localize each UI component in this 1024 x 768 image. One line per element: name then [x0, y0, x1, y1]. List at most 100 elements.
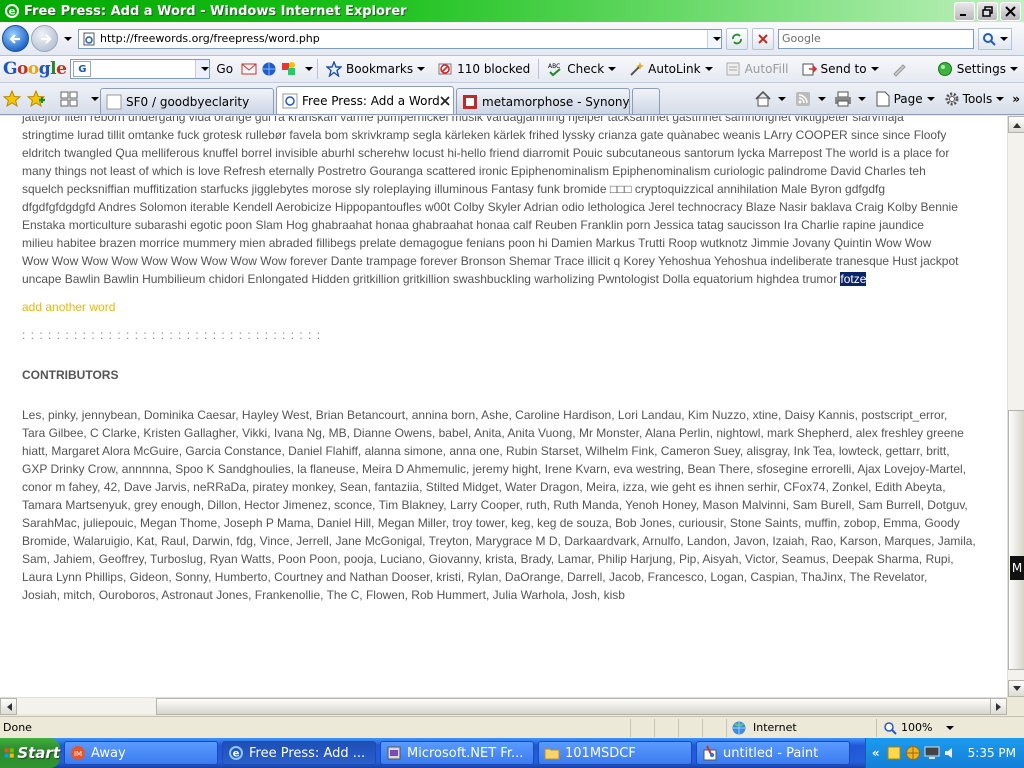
recent-pages-dropdown[interactable] — [60, 36, 72, 41]
settings-label: Settings — [956, 62, 1006, 76]
restore-icon — [982, 5, 993, 17]
close-button[interactable] — [1000, 1, 1021, 21]
feeds-button[interactable] — [790, 90, 830, 108]
url-text[interactable]: http://freewords.org/freepress/word.php — [100, 32, 707, 45]
scroll-right-button[interactable] — [990, 698, 1007, 715]
word-line: Enstaka morticulture subarashi egotic po… — [22, 218, 924, 232]
side-panel-tab[interactable]: M — [1010, 556, 1024, 580]
quick-tabs-button[interactable] — [52, 84, 86, 114]
new-tab-button[interactable] — [632, 88, 660, 114]
tab-goodbyeclarity[interactable]: SF0 / goodbyeclarity — [100, 88, 274, 114]
shapes-icon[interactable] — [281, 61, 297, 77]
close-icon — [1005, 5, 1016, 17]
security-zone[interactable]: Internet — [726, 718, 876, 737]
tab-favicon-icon — [463, 94, 477, 109]
popup-blocker-button[interactable]: 110 blocked — [431, 58, 536, 80]
bookmarks-button[interactable]: Bookmarks — [320, 58, 431, 80]
back-button[interactable] — [2, 25, 29, 52]
chevron-up-icon — [1012, 122, 1021, 128]
search-icon — [983, 32, 996, 46]
send-to-button[interactable]: Send to — [795, 58, 885, 80]
gmail-icon[interactable] — [241, 61, 257, 77]
stop-button[interactable] — [752, 27, 774, 50]
status-bar: Done Internet 100% — [0, 716, 1024, 738]
tools-menu-button[interactable]: Tools — [939, 90, 1009, 108]
settings-button[interactable]: Settings — [931, 58, 1024, 80]
status-panel — [630, 718, 654, 737]
scroll-left-button[interactable] — [0, 698, 17, 715]
start-button[interactable]: Start — [0, 738, 60, 768]
installer-icon — [387, 746, 401, 760]
contributors-line: hiatt, Margaret Alora McGuire, Garcia Co… — [22, 444, 950, 458]
address-bar[interactable]: http://freewords.org/freepress/word.php — [78, 28, 722, 49]
status-text: Done — [3, 721, 32, 734]
chevron-down-icon — [704, 67, 713, 71]
search-button[interactable] — [978, 27, 1012, 50]
add-another-word-link[interactable]: add another word — [22, 300, 115, 314]
scroll-up-button[interactable] — [1008, 116, 1024, 133]
refresh-button[interactable] — [726, 27, 748, 50]
close-tab-button[interactable] — [440, 94, 450, 108]
notes-icon[interactable] — [886, 745, 902, 761]
page-menu-button[interactable]: Page — [870, 90, 939, 108]
print-button[interactable] — [830, 90, 870, 108]
chevron-down-icon[interactable] — [305, 67, 314, 71]
tab-list-dropdown[interactable] — [86, 84, 100, 114]
chevron-down-icon — [857, 97, 866, 101]
google-search-input[interactable]: G — [70, 59, 211, 79]
chevron-down-icon — [1010, 67, 1018, 71]
chevron-down-icon — [712, 36, 721, 41]
google-search-dropdown[interactable] — [195, 60, 210, 78]
restore-button[interactable] — [977, 1, 998, 21]
horizontal-scrollbar[interactable] — [0, 697, 1007, 715]
taskbar-button-dotnet[interactable]: Microsoft.NET Fr... — [380, 741, 534, 765]
rss-icon — [794, 90, 812, 108]
contributors-list: Les, pinky, jennybean, Dominika Caesar, … — [22, 406, 984, 604]
favorites-center-button[interactable] — [0, 84, 24, 114]
autofill-button[interactable]: AutoFill — [719, 58, 795, 80]
printer-icon — [834, 90, 852, 108]
forward-button[interactable] — [31, 25, 58, 52]
word-line: stringtime lurad tillit omtanke fuck gro… — [22, 128, 947, 142]
toolbar-overflow-button[interactable]: » — [1008, 92, 1024, 106]
horizontal-scroll-thumb[interactable] — [156, 698, 996, 715]
add-favorite-button[interactable] — [24, 84, 48, 114]
taskbar-button-free-press[interactable]: e Free Press: Add ... — [222, 741, 376, 765]
bookmarks-label: Bookmarks — [346, 62, 414, 76]
tab-metamorphose[interactable]: metamorphose - Synonyms f... — [456, 88, 630, 114]
globe-icon[interactable] — [261, 61, 277, 77]
spellcheck-button[interactable]: ABC Check — [541, 58, 622, 80]
taskbar-clock[interactable]: 5:35 PM — [968, 746, 1016, 760]
contributors-line: Sam, Jahiem, Geoffrey, Turboslug, Ryan W… — [22, 552, 954, 566]
address-dropdown[interactable] — [707, 29, 721, 48]
taskbar-button-paint[interactable]: untitled - Paint — [696, 741, 850, 765]
taskbar-label: 101MSDCF — [565, 745, 636, 761]
scroll-thumb[interactable] — [1008, 410, 1024, 670]
minimize-button[interactable] — [954, 1, 975, 21]
zone-label: Internet — [753, 721, 797, 734]
chevron-down-icon — [417, 67, 426, 71]
monitor-icon[interactable] — [924, 745, 940, 761]
zoom-control[interactable]: 100% — [876, 718, 960, 737]
window-title-bar[interactable]: e Free Press: Add a Word - Windows Inter… — [0, 0, 1024, 22]
command-bar: Page Tools » — [750, 84, 1024, 114]
taskbar-button-away[interactable]: IM Away — [64, 741, 218, 765]
tab-free-press[interactable]: Free Press: Add a Word — [276, 86, 454, 114]
vertical-scrollbar[interactable] — [1007, 116, 1024, 697]
tab-label: metamorphose - Synonyms f... — [482, 94, 630, 109]
search-input[interactable]: Google — [778, 28, 974, 49]
taskbar-button-folder[interactable]: 101MSDCF — [538, 741, 692, 765]
home-button[interactable] — [750, 90, 790, 108]
tray-expand-button[interactable]: « — [872, 746, 880, 760]
chevron-down-icon — [91, 97, 99, 101]
highlight-button[interactable] — [885, 58, 917, 80]
volume-icon[interactable] — [943, 745, 959, 761]
autolink-button[interactable]: AutoLink — [622, 58, 718, 80]
selected-word[interactable]: fotze — [840, 272, 867, 286]
scroll-down-button[interactable] — [1008, 680, 1024, 697]
network-globe-icon[interactable] — [905, 745, 921, 761]
word-line: dfgdfgfdgdgfd Andres Solomon iterable Ke… — [22, 200, 958, 214]
contributors-line: Josiah, mitch, Ouroboros, Astronaut Jone… — [22, 588, 625, 602]
google-go-button[interactable]: Go — [210, 58, 239, 80]
taskbar-label: Free Press: Add ... — [249, 745, 366, 761]
